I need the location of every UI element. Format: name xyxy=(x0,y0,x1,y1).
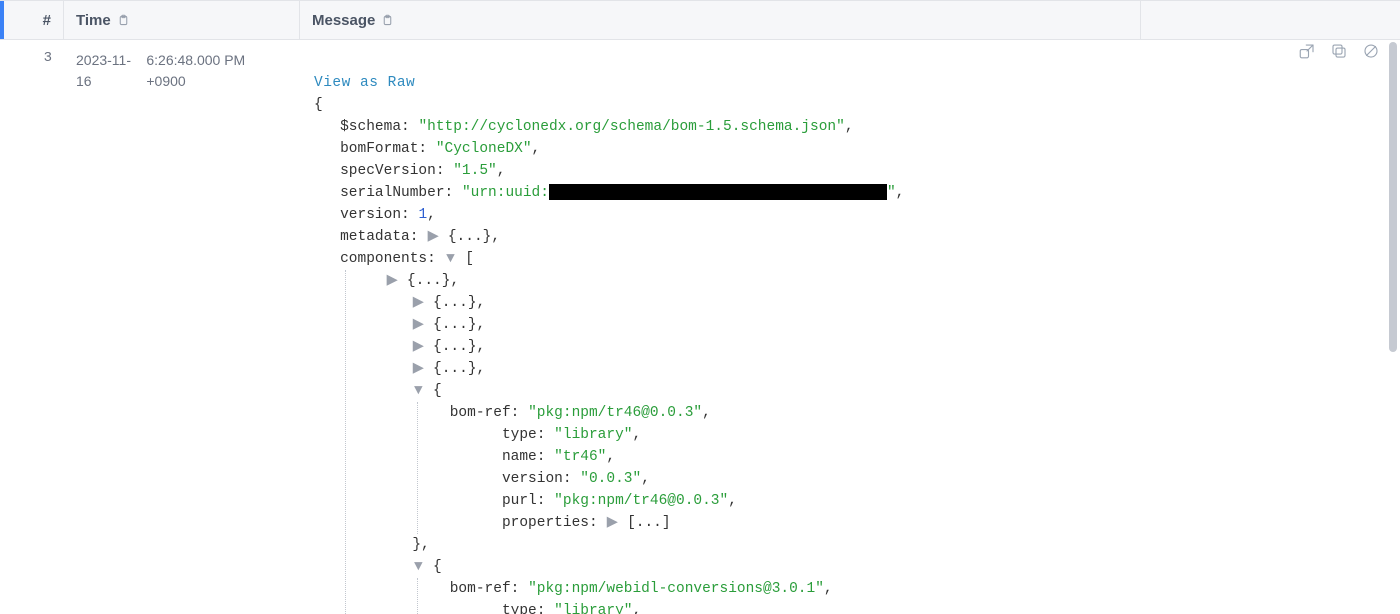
bracket-open: [ xyxy=(465,251,474,267)
collapse-icon[interactable]: ▼ xyxy=(412,380,424,402)
collapse-icon[interactable]: ▼ xyxy=(445,248,457,270)
cell-message: View as Raw { $schema: "http://cyclonedx… xyxy=(300,40,1140,614)
comma: , xyxy=(896,185,905,201)
json-key: bom-ref: xyxy=(450,405,520,421)
expand-icon[interactable]: ▶ xyxy=(412,292,424,314)
clipboard-icon xyxy=(381,14,394,27)
expand-icon[interactable]: ▶ xyxy=(412,336,424,358)
json-key: purl: xyxy=(502,493,546,509)
json-number: 1 xyxy=(418,207,427,223)
comma: , xyxy=(702,405,711,421)
json-key: version: xyxy=(502,471,572,487)
json-string: "urn:uuid: xyxy=(462,185,549,201)
column-header-spacer xyxy=(1140,1,1400,39)
comma: , xyxy=(633,603,642,614)
view-as-raw-link[interactable]: View as Raw xyxy=(314,75,415,91)
json-block: View as Raw { $schema: "http://cyclonedx… xyxy=(314,50,904,614)
comma: , xyxy=(532,141,541,157)
clipboard-icon xyxy=(117,14,130,27)
block-icon[interactable] xyxy=(1362,42,1380,65)
comma: , xyxy=(427,207,436,223)
json-string: "CycloneDX" xyxy=(436,141,532,157)
json-string: "tr46" xyxy=(554,449,606,465)
collapsed-array[interactable]: [...] xyxy=(627,515,671,531)
comma: , xyxy=(728,493,737,509)
expand-icon[interactable]: ▶ xyxy=(386,270,398,292)
row-action-toolbar xyxy=(1292,40,1386,67)
time-clock: 6:26:48.000 PM +0900 xyxy=(146,50,288,92)
collapsed-object[interactable]: {...} xyxy=(433,361,477,377)
expand-icon[interactable]: ▶ xyxy=(412,358,424,380)
header-message-label: Message xyxy=(312,12,375,29)
collapsed-object[interactable]: {...} xyxy=(448,229,492,245)
row-index: 3 xyxy=(44,50,52,66)
header-accent xyxy=(0,1,12,39)
expand-icon[interactable]: ▶ xyxy=(606,512,618,534)
brace-close: }, xyxy=(412,537,429,553)
json-string: "pkg:npm/webidl-conversions@3.0.1" xyxy=(528,581,824,597)
json-key: components: xyxy=(340,251,436,267)
json-key: specVersion: xyxy=(340,163,444,179)
comma: , xyxy=(633,427,642,443)
comma: , xyxy=(606,449,615,465)
comma: , xyxy=(497,163,506,179)
collapse-icon[interactable]: ▼ xyxy=(412,556,424,578)
brace-open: { xyxy=(433,383,442,399)
json-string: "0.0.3" xyxy=(580,471,641,487)
collapsed-object[interactable]: {...} xyxy=(433,317,477,333)
json-key: $schema: xyxy=(340,119,410,135)
json-string: "http://cyclonedx.org/schema/bom-1.5.sch… xyxy=(418,119,844,135)
json-string: "pkg:npm/tr46@0.0.3" xyxy=(554,493,728,509)
json-string: "library" xyxy=(554,603,632,614)
column-header-message[interactable]: Message xyxy=(300,1,1140,39)
scrollbar-thumb[interactable] xyxy=(1389,42,1397,352)
brace-open: { xyxy=(433,559,442,575)
comma: , xyxy=(491,229,500,245)
column-header-time[interactable]: Time xyxy=(64,1,300,39)
comma: , xyxy=(845,119,854,135)
copy-icon[interactable] xyxy=(1330,42,1348,65)
table-row: 3 2023-11-16 6:26:48.000 PM +0900 View a… xyxy=(0,40,1400,614)
log-table: # Time Message 3 2023-11-16 6:26:48.000 … xyxy=(0,0,1400,614)
json-key: version: xyxy=(340,207,410,223)
comma: , xyxy=(477,339,486,355)
collapsed-object[interactable]: {...} xyxy=(433,339,477,355)
comma: , xyxy=(477,361,486,377)
collapsed-object[interactable]: {...} xyxy=(433,295,477,311)
expand-icon[interactable]: ▶ xyxy=(412,314,424,336)
header-time-label: Time xyxy=(76,12,111,29)
cell-time: 2023-11-16 6:26:48.000 PM +0900 xyxy=(64,40,300,92)
json-string: " xyxy=(887,185,896,201)
json-key: metadata: xyxy=(340,229,418,245)
comma: , xyxy=(824,581,833,597)
json-key: type: xyxy=(502,427,546,443)
json-key: bomFormat: xyxy=(340,141,427,157)
table-header: # Time Message xyxy=(0,0,1400,40)
json-key: name: xyxy=(502,449,546,465)
redacted-value xyxy=(549,184,887,200)
json-key: type: xyxy=(502,603,546,614)
json-string: "pkg:npm/tr46@0.0.3" xyxy=(528,405,702,421)
cell-index: 3 xyxy=(12,40,64,66)
json-key: properties: xyxy=(502,515,598,531)
brace-open: { xyxy=(314,97,323,113)
time-date: 2023-11-16 xyxy=(76,50,146,92)
expand-icon[interactable]: ▶ xyxy=(427,226,439,248)
json-key: bom-ref: xyxy=(450,581,520,597)
comma: , xyxy=(641,471,650,487)
json-key: serialNumber: xyxy=(340,185,453,201)
collapsed-object[interactable]: {...} xyxy=(407,273,451,289)
json-string: "1.5" xyxy=(453,163,497,179)
header-num-label: # xyxy=(43,12,51,29)
json-string: "library" xyxy=(554,427,632,443)
comma: , xyxy=(477,295,486,311)
column-header-index[interactable]: # xyxy=(12,1,64,39)
comma: , xyxy=(450,273,459,289)
comma: , xyxy=(477,317,486,333)
inspect-icon[interactable] xyxy=(1298,42,1316,65)
